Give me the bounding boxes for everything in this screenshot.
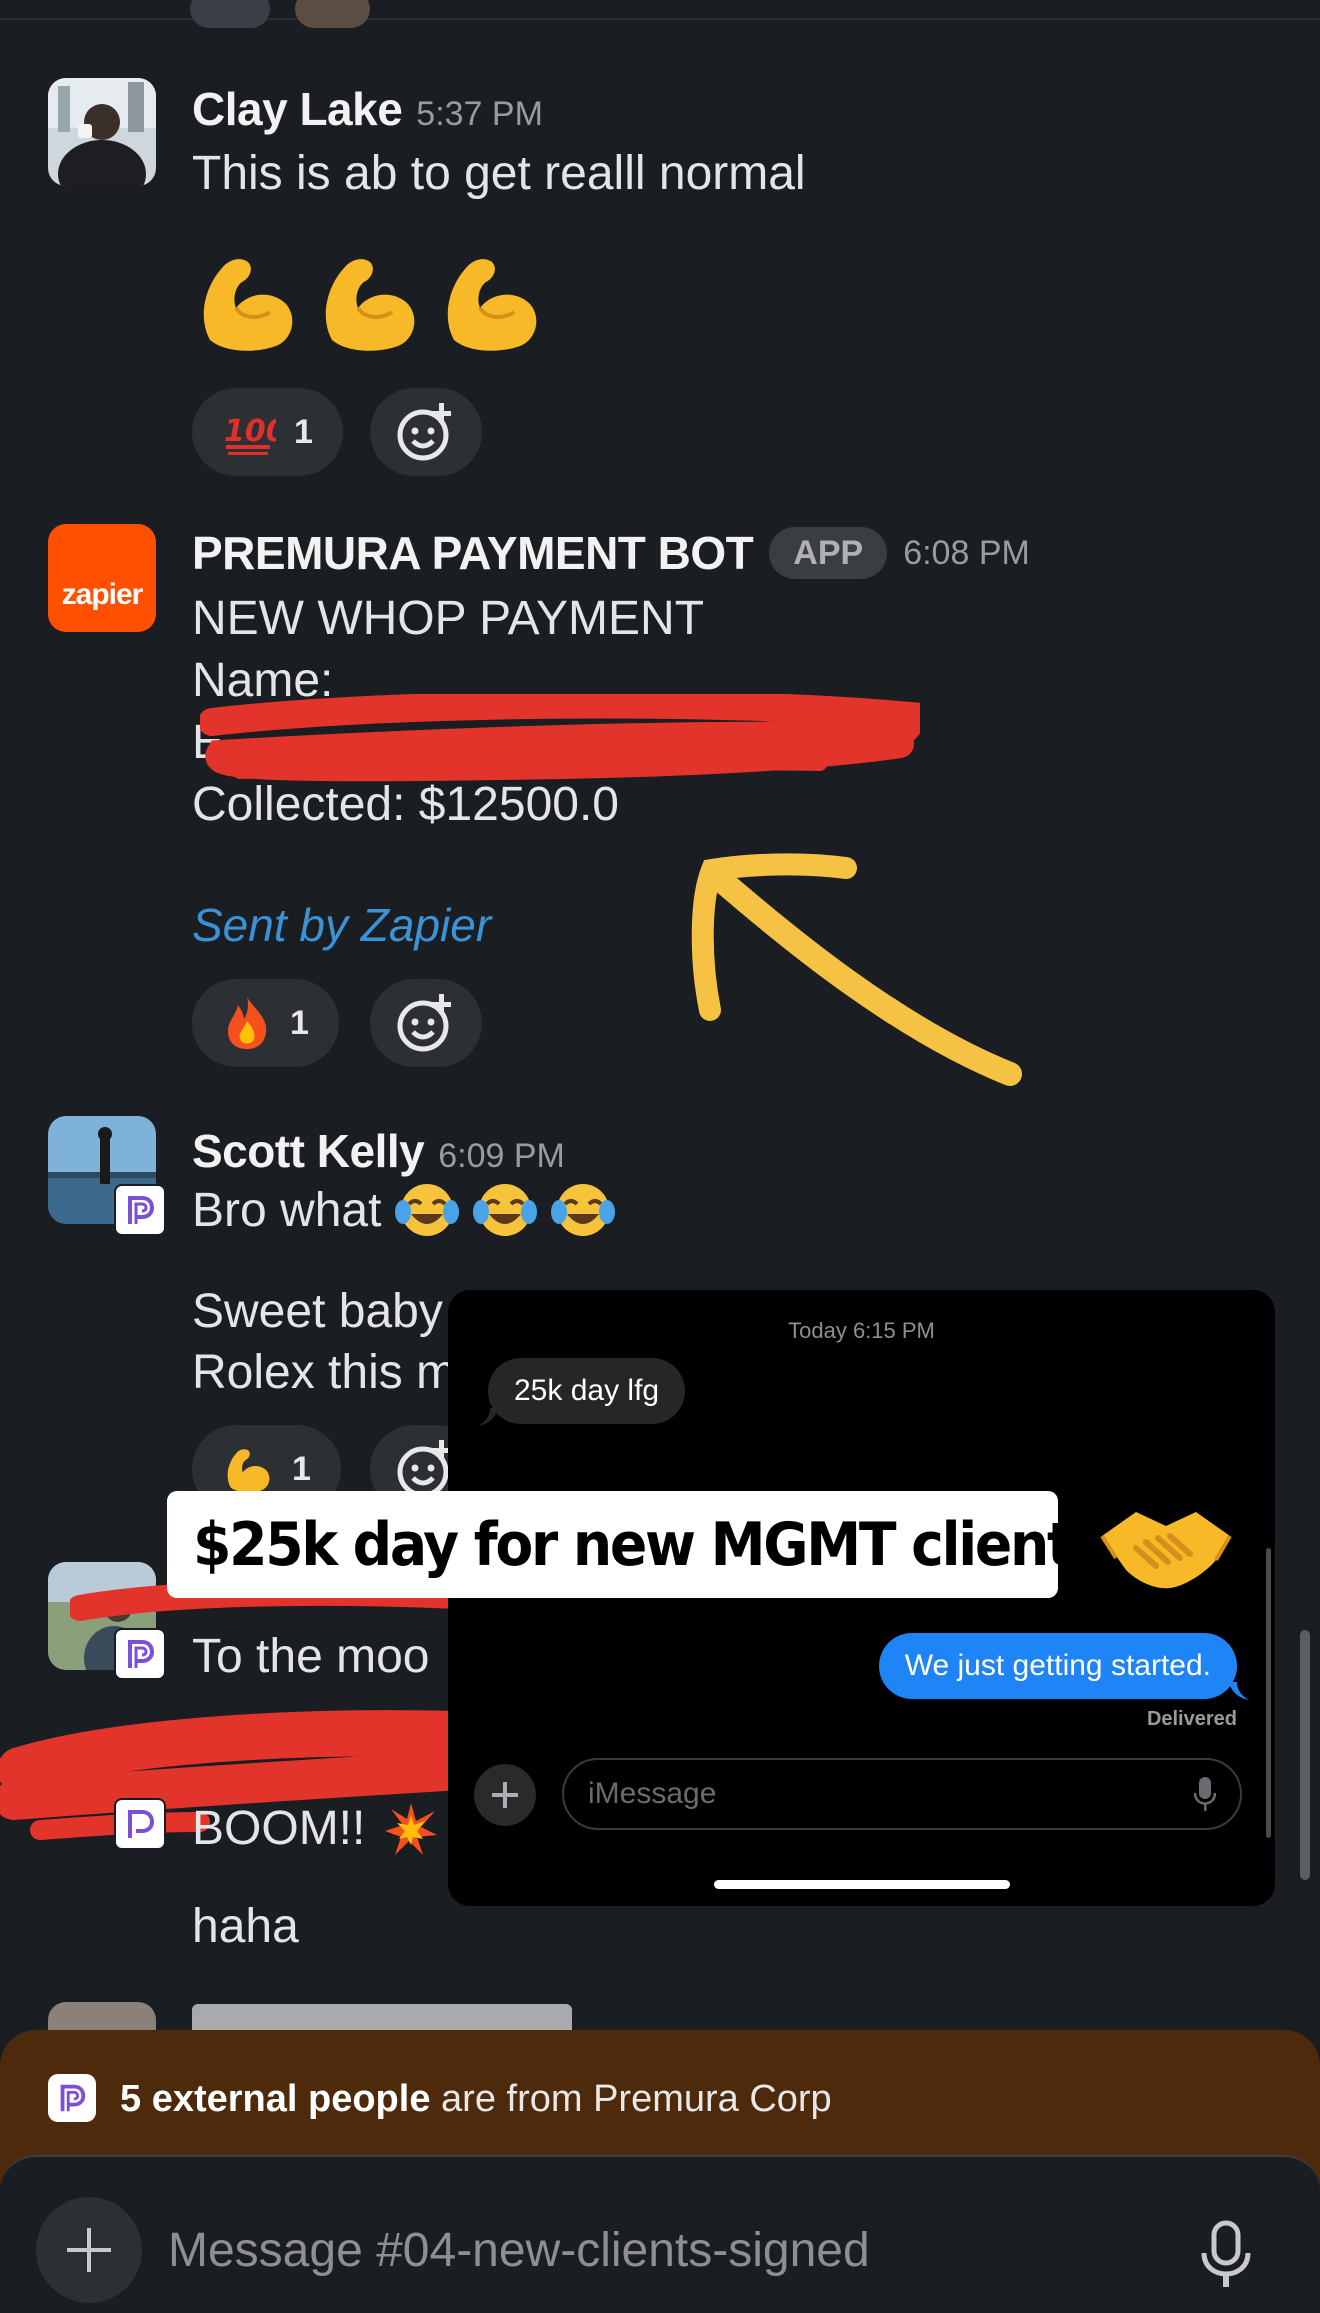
message-text: Rolex this m: [192, 1346, 457, 1399]
flexed-biceps-icon: [203, 259, 293, 351]
imessage-timestamp: Today 6:15 PM: [788, 1318, 935, 1343]
message-composer[interactable]: Message #04-new-clients-signed: [0, 2155, 1320, 2313]
delivered-status: Delivered: [1146, 1708, 1237, 1730]
reaction-fire[interactable]: 1: [192, 979, 339, 1067]
message-text: To the moo: [192, 1630, 430, 1683]
caption-sticker: $25k day for new MGMT client: [167, 1491, 1073, 1598]
external-org-badge: [114, 1798, 166, 1850]
collected-amount: Collected: $12500.0: [192, 778, 619, 831]
annotation-arrow: [691, 853, 1022, 1086]
imessage-input[interactable]: iMessage: [562, 1758, 1242, 1830]
author-name[interactable]: Clay Lake: [192, 82, 403, 136]
tears-of-joy-icon: [395, 1183, 460, 1236]
previous-message-remnant: [0, 0, 1320, 28]
microphone-icon[interactable]: [1194, 1777, 1216, 1811]
imessage-placeholder: iMessage: [588, 1777, 717, 1810]
bubble-tail: [1229, 1682, 1249, 1700]
banner-bold-text: 5 external people: [120, 2078, 431, 2120]
premura-logo-icon: [128, 1810, 155, 1838]
plus-icon: [492, 1782, 518, 1808]
message-time: 6:09 PM: [438, 1137, 565, 1175]
imessage-screenshot-overlay: Today 6:15 PM 25k day lfg We just gettin…: [448, 1290, 1275, 1906]
add-reaction-icon: [397, 994, 451, 1052]
flexed-biceps-icon: [447, 259, 537, 351]
scrollbar[interactable]: [1300, 1630, 1310, 1880]
premura-logo-icon: [128, 1196, 155, 1224]
message-time: 6:08 PM: [903, 533, 1030, 572]
avatar-clay-lake[interactable]: [48, 78, 156, 186]
message-text: Bro what: [192, 1184, 382, 1237]
reaction-hundred-points[interactable]: 100 1: [192, 388, 343, 476]
avatar-zapier[interactable]: zapier: [48, 524, 156, 632]
external-org-badge: [114, 1184, 166, 1236]
message-text: Sweet baby: [192, 1285, 443, 1338]
flexed-biceps-icon: [227, 1449, 270, 1493]
home-indicator: [714, 1880, 1010, 1889]
author-name[interactable]: Scott Kelly: [192, 1124, 425, 1178]
avatar-label: zapier: [61, 578, 144, 611]
message-text: This is ab to get realll normal: [192, 147, 806, 200]
app-badge: APP: [769, 527, 888, 579]
banner-rest-text: are from Premura Corp: [430, 2078, 832, 2120]
outgoing-bubble: We just getting started.: [878, 1633, 1237, 1699]
bubble-tail: [478, 1408, 498, 1426]
imessage-scrollbar: [1266, 1548, 1271, 1838]
plus-icon: [67, 2228, 111, 2272]
premura-logo-icon: [60, 2084, 86, 2112]
composer-plus-button[interactable]: [36, 2197, 142, 2303]
external-org-badge: [114, 1628, 166, 1680]
redaction-scribble: [200, 694, 920, 782]
big-emoji-row: [192, 248, 546, 354]
reaction-count: 1: [290, 1003, 309, 1042]
tears-of-joy-icon: [551, 1183, 616, 1236]
incoming-bubble: 25k day lfg: [488, 1358, 686, 1424]
banner-text: 5 external people are from Premura Corp: [120, 2078, 832, 2121]
add-reaction-button[interactable]: [370, 979, 482, 1067]
add-reaction-button[interactable]: [370, 388, 482, 476]
premura-org-icon: [48, 2074, 96, 2122]
composer-input[interactable]: Message #04-new-clients-signed: [168, 2223, 870, 2278]
message-time: 5:37 PM: [416, 95, 543, 133]
author-name[interactable]: PREMURA PAYMENT BOT: [192, 526, 754, 580]
premura-logo-icon: [128, 1640, 155, 1668]
fire-icon: [228, 997, 267, 1049]
hundred-points-icon: 100: [224, 414, 276, 455]
add-reaction-icon: [397, 403, 451, 461]
tears-of-joy-icon: [473, 1183, 538, 1236]
reaction-remnant: [190, 0, 270, 28]
caption-text: $25k day for new MGMT client: [193, 1509, 1073, 1580]
imessage-plus-button[interactable]: [474, 1764, 536, 1826]
svg-text:100: 100: [224, 414, 276, 449]
message-text: NEW WHOP PAYMENT: [192, 592, 705, 645]
microphone-icon[interactable]: [1196, 2219, 1256, 2289]
reaction-count: 1: [294, 412, 313, 451]
message-text: haha: [192, 1900, 299, 1953]
reaction-count: 1: [292, 1449, 311, 1488]
message-text: BOOM!!: [192, 1802, 366, 1855]
avatar-remnant: [295, 0, 370, 28]
sent-by-zapier-link[interactable]: Sent by Zapier: [192, 898, 491, 952]
collision-icon: [385, 1802, 438, 1855]
flexed-biceps-icon: [325, 259, 415, 351]
handshake-icon: [1100, 1512, 1232, 1589]
